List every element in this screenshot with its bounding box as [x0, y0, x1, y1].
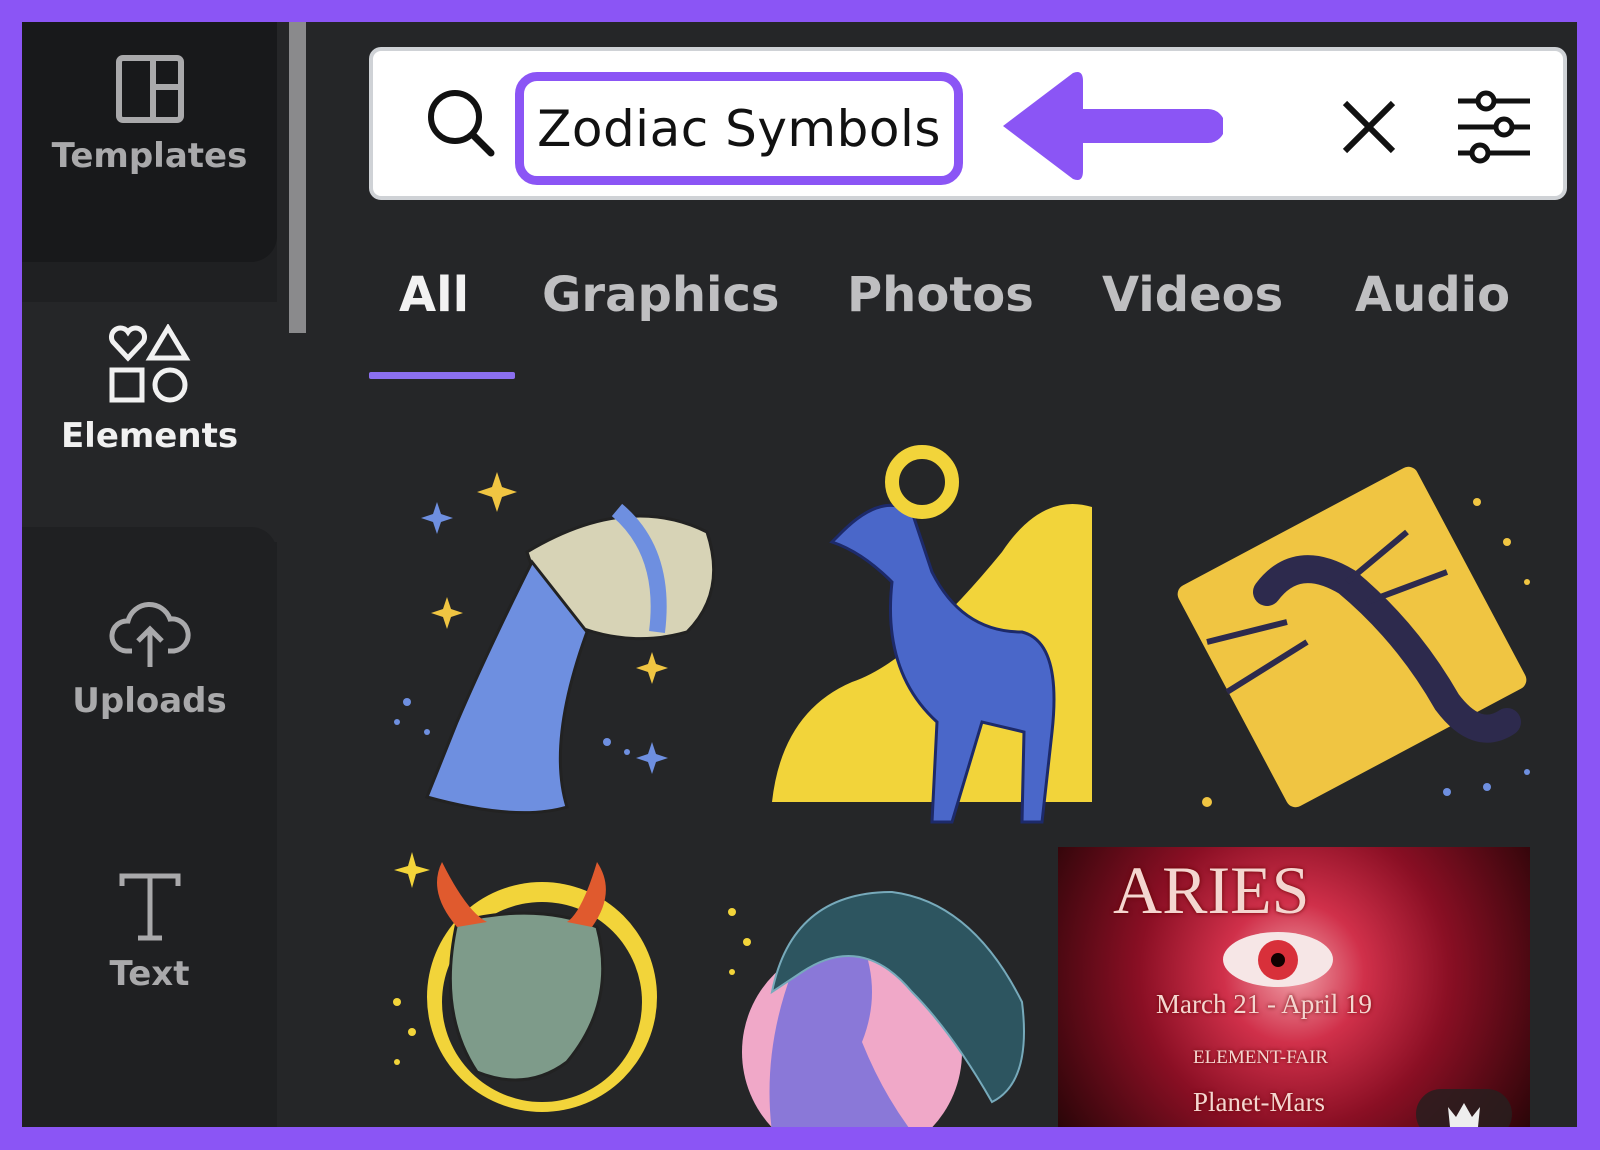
sidebar-item-label: Elements	[60, 416, 239, 456]
templates-icon	[115, 55, 184, 123]
result-aries-photo[interactable]: ARIES March 21 - April 19 ELEMENT-FAIR P…	[1058, 847, 1530, 1127]
premium-badge	[1416, 1089, 1512, 1127]
aries-dates: March 21 - April 19	[1156, 989, 1372, 1019]
tab-graphics[interactable]: Graphics	[542, 267, 779, 323]
search-input[interactable]: Zodiac Symbols	[537, 100, 941, 158]
eye-illustration	[1223, 932, 1333, 987]
sidebar-item-label: Templates	[51, 136, 248, 176]
result-aries-graphic[interactable]	[762, 432, 1122, 832]
tab-all[interactable]: All	[399, 267, 469, 323]
close-icon[interactable]	[1341, 99, 1397, 155]
elements-icon	[108, 324, 190, 403]
crown-icon	[1448, 1103, 1480, 1127]
tab-photos[interactable]: Photos	[847, 267, 1034, 323]
sidebar-item-label: Text	[109, 954, 190, 994]
sidebar: Templates Elements Uploads Text	[22, 22, 277, 1127]
search-input-highlight[interactable]: Zodiac Symbols	[515, 72, 963, 185]
arrow-left-icon	[1003, 72, 1223, 180]
sidebar-item-text[interactable]: Text	[22, 862, 277, 994]
filter-sliders-icon[interactable]	[1456, 89, 1532, 165]
result-virgo-graphic[interactable]	[712, 852, 1052, 1127]
search-bar[interactable]: Zodiac Symbols	[369, 47, 1567, 200]
active-tab-indicator	[369, 372, 515, 379]
aries-title: ARIES	[1113, 852, 1310, 928]
aries-planet: Planet-Mars	[1193, 1087, 1325, 1117]
sidebar-item-label: Uploads	[72, 681, 227, 721]
text-icon	[119, 873, 180, 941]
category-tabs: All Graphics Photos Videos Audio	[369, 267, 1569, 377]
tab-audio[interactable]: Audio	[1355, 267, 1510, 323]
result-scorpio-graphic[interactable]	[1147, 442, 1567, 832]
tab-videos[interactable]: Videos	[1102, 267, 1283, 323]
sidebar-item-uploads[interactable]: Uploads	[22, 527, 277, 807]
editor-panel: Templates Elements Uploads Text Zodiac S…	[22, 22, 1577, 1127]
upload-cloud-icon	[108, 601, 191, 667]
result-taurus-graphic[interactable]	[367, 832, 697, 1127]
search-icon	[428, 90, 495, 157]
aries-element: ELEMENT-FAIR	[1193, 1047, 1329, 1068]
result-aquarius-graphic[interactable]	[367, 452, 737, 842]
sidebar-item-elements[interactable]: Elements	[22, 302, 277, 542]
sidebar-item-templates[interactable]: Templates	[22, 22, 277, 262]
sidebar-scrollbar[interactable]	[289, 22, 306, 333]
